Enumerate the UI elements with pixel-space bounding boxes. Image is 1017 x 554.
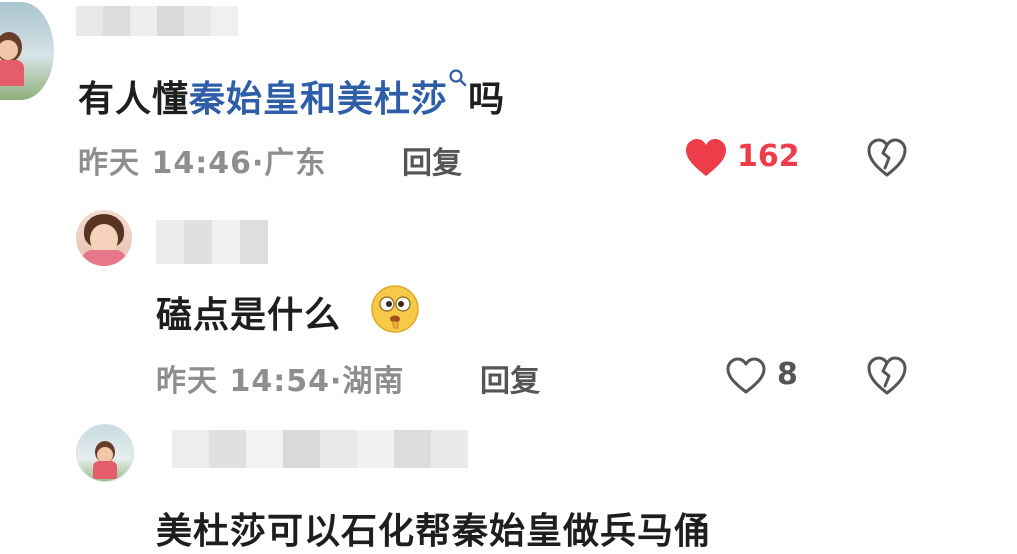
timestamp: 昨天 14:54 [156, 364, 330, 399]
avatar[interactable] [76, 424, 134, 482]
comment-text: 有人懂 [78, 79, 190, 120]
location: 广东 [264, 146, 327, 181]
comment-meta: 昨天 14:54·湖南 [156, 356, 404, 400]
reply-button[interactable]: 回复 [402, 138, 462, 182]
keyword-link[interactable]: 美杜莎 [337, 79, 448, 120]
comment-content: 有人懂秦始皇和美杜莎吗 [78, 68, 506, 122]
heart-filled-icon[interactable] [684, 138, 728, 178]
username-blurred[interactable] [172, 430, 468, 468]
avatar[interactable] [76, 210, 132, 266]
comment-meta: 昨天 14:46·广东 [78, 138, 326, 182]
comment-content: 美杜莎可以石化帮秦始皇做兵马俑 [156, 511, 712, 552]
username-blurred[interactable] [156, 220, 268, 264]
comment-text: 吗 [468, 79, 506, 120]
broken-heart-icon[interactable] [866, 356, 908, 396]
reply-button[interactable]: 回复 [480, 356, 540, 400]
username-blurred[interactable] [76, 6, 238, 36]
location: 湖南 [342, 364, 405, 399]
avatar[interactable] [0, 2, 54, 100]
comment-content: 磕点是什么 [156, 295, 342, 336]
keyword-link[interactable]: 秦始皇 [189, 79, 300, 120]
timestamp: 昨天 14:46 [78, 146, 252, 181]
separator-dot: · [329, 364, 343, 399]
like-count: 162 [737, 139, 800, 174]
heart-outline-icon[interactable] [724, 356, 768, 396]
broken-heart-icon[interactable] [866, 138, 908, 178]
separator-dot: · [251, 146, 265, 181]
keyword-link[interactable]: 和 [300, 79, 337, 120]
like-count: 8 [777, 357, 798, 392]
thinking-emoji-icon [370, 284, 420, 334]
search-icon[interactable] [448, 68, 468, 88]
